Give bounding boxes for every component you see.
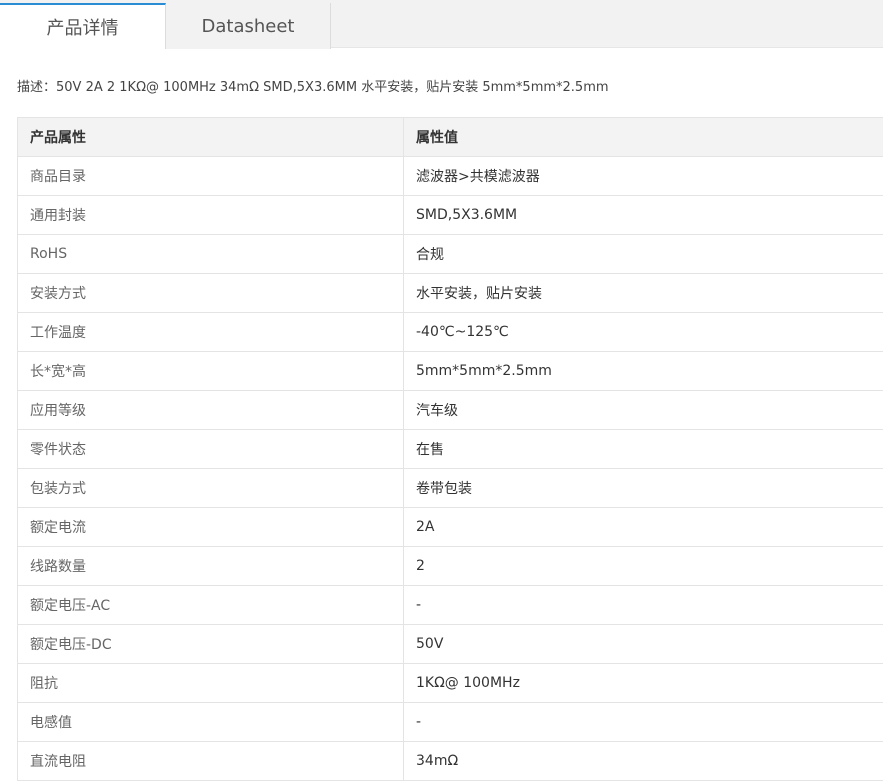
attribute-value: 合规 <box>404 235 883 274</box>
table-header-row: 产品属性 属性值 <box>18 118 883 157</box>
table-row: 通用封装SMD,5X3.6MM <box>18 196 883 235</box>
attribute-name: 长*宽*高 <box>18 352 404 391</box>
attribute-name: 额定电压-DC <box>18 625 404 664</box>
attribute-name: 阻抗 <box>18 664 404 703</box>
attribute-value: - <box>404 703 883 742</box>
attribute-value: -40℃~125℃ <box>404 313 883 352</box>
attribute-name: 包装方式 <box>18 469 404 508</box>
table-row: 额定电压-AC- <box>18 586 883 625</box>
attribute-value: 1KΩ@ 100MHz <box>404 664 883 703</box>
tab-datasheet[interactable]: Datasheet <box>166 3 331 49</box>
attribute-name: 额定电压-AC <box>18 586 404 625</box>
table-row: 零件状态在售 <box>18 430 883 469</box>
attribute-name: 线路数量 <box>18 547 404 586</box>
attribute-value: 在售 <box>404 430 883 469</box>
attribute-name: 额定电流 <box>18 508 404 547</box>
table-row: RoHS合规 <box>18 235 883 274</box>
attribute-name: 零件状态 <box>18 430 404 469</box>
attribute-value: 滤波器>共模滤波器 <box>404 157 883 196</box>
attribute-name: 安装方式 <box>18 274 404 313</box>
header-value: 属性值 <box>404 118 883 157</box>
table-row: 阻抗1KΩ@ 100MHz <box>18 664 883 703</box>
attribute-name: 应用等级 <box>18 391 404 430</box>
header-attribute: 产品属性 <box>18 118 404 157</box>
table-row: 应用等级汽车级 <box>18 391 883 430</box>
attribute-name: 通用封装 <box>18 196 404 235</box>
tab-product-details[interactable]: 产品详情 <box>0 3 166 49</box>
table-row: 电感值- <box>18 703 883 742</box>
table-row: 额定电压-DC50V <box>18 625 883 664</box>
table-row: 工作温度-40℃~125℃ <box>18 313 883 352</box>
tab-bar: 产品详情 Datasheet <box>0 0 883 48</box>
attribute-value: 卷带包装 <box>404 469 883 508</box>
attribute-value: - <box>404 586 883 625</box>
spec-table: 产品属性 属性值 商品目录滤波器>共模滤波器 通用封装SMD,5X3.6MM R… <box>17 117 883 781</box>
table-row: 长*宽*高5mm*5mm*2.5mm <box>18 352 883 391</box>
table-row: 额定电流2A <box>18 508 883 547</box>
attribute-value: SMD,5X3.6MM <box>404 196 883 235</box>
attribute-value: 50V <box>404 625 883 664</box>
table-row: 线路数量2 <box>18 547 883 586</box>
product-description: 描述：50V 2A 2 1KΩ@ 100MHz 34mΩ SMD,5X3.6MM… <box>17 76 609 95</box>
attribute-name: 商品目录 <box>18 157 404 196</box>
attribute-value: 2A <box>404 508 883 547</box>
table-row: 包装方式卷带包装 <box>18 469 883 508</box>
attribute-value: 2 <box>404 547 883 586</box>
attribute-value: 34mΩ <box>404 742 883 781</box>
table-row: 商品目录滤波器>共模滤波器 <box>18 157 883 196</box>
attribute-value: 汽车级 <box>404 391 883 430</box>
attribute-name: 电感值 <box>18 703 404 742</box>
attribute-name: 直流电阻 <box>18 742 404 781</box>
table-row: 安装方式水平安装，贴片安装 <box>18 274 883 313</box>
attribute-value: 5mm*5mm*2.5mm <box>404 352 883 391</box>
table-row: 直流电阻34mΩ <box>18 742 883 781</box>
attribute-name: RoHS <box>18 235 404 274</box>
attribute-value: 水平安装，贴片安装 <box>404 274 883 313</box>
attribute-name: 工作温度 <box>18 313 404 352</box>
